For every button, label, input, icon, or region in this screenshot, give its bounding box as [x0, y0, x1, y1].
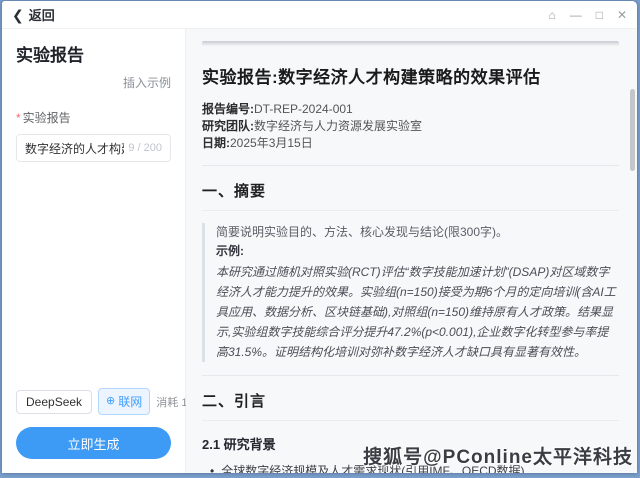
scrollbar-thumb[interactable] [630, 89, 635, 171]
meta-value: DT-REP-2024-001 [254, 102, 353, 116]
example-label: 示例: [216, 242, 619, 261]
report-title: 实验报告:数字经济人才构建策略的效果评估 [202, 63, 619, 88]
meta-label: 研究团队: [202, 119, 254, 133]
network-toggle[interactable]: ⊕ 联网 [98, 388, 150, 415]
model-toolbar: DeepSeek ⊕ 联网 消耗 10 点数 [16, 388, 171, 415]
chevron-left-icon: ❮ [12, 8, 24, 22]
section-separator [202, 165, 619, 166]
generate-button[interactable]: 立即生成 [16, 427, 171, 459]
sidebar-title: 实验报告 [16, 41, 171, 66]
meta-date: 日期:2025年3月15日 [202, 135, 619, 152]
section-heading-introduction: 二、引言 [202, 390, 619, 421]
meta-label: 日期: [202, 136, 230, 150]
sidebar: 实验报告 插入示例 *实验报告 数字经济的人才构建 9 / 200 DeepSe… [2, 29, 186, 473]
model-selector-deepseek[interactable]: DeepSeek [16, 390, 92, 414]
title-bar: ❮ 返回 ⌂ — □ ✕ [2, 1, 637, 29]
document-preview: 实验报告:数字经济人才构建策略的效果评估 报告编号:DT-REP-2024-00… [186, 29, 637, 473]
back-button[interactable]: ❮ 返回 [12, 5, 55, 24]
topic-input-value: 数字经济的人才构建 [25, 140, 124, 157]
report-meta: 报告编号:DT-REP-2024-001 研究团队:数字经济与人力资源发展实验室… [202, 101, 619, 152]
main-area: 实验报告 插入示例 *实验报告 数字经济的人才构建 9 / 200 DeepSe… [2, 29, 637, 473]
char-counter: 9 / 200 [128, 142, 162, 154]
sidebar-spacer [16, 162, 171, 388]
meta-report-number: 报告编号:DT-REP-2024-001 [202, 101, 619, 118]
field-label-text: 实验报告 [23, 111, 71, 125]
close-icon[interactable]: ✕ [617, 9, 627, 21]
abstract-example-block: 简要说明实验目的、方法、核心发现与结论(限300字)。 示例: 本研究通过随机对… [202, 223, 619, 362]
meta-research-team: 研究团队:数字经济与人力资源发展实验室 [202, 118, 619, 135]
globe-icon: ⊕ [106, 396, 115, 407]
network-toggle-label: 联网 [118, 393, 142, 410]
field-label: *实验报告 [16, 109, 171, 126]
list-item-text: 全球数字经济规模及人才需求现状(引用IMF、OECD数据) [221, 463, 524, 473]
topic-input[interactable]: 数字经济的人才构建 9 / 200 [16, 134, 171, 162]
abstract-note: 简要说明实验目的、方法、核心发现与结论(限300字)。 [216, 223, 619, 242]
background-bullet-list: • 全球数字经济规模及人才需求现状(引用IMF、OECD数据) • 核心矛盾:技… [202, 463, 619, 473]
minimize-icon[interactable]: — [570, 9, 582, 21]
meta-value: 数字经济与人力资源发展实验室 [254, 119, 422, 133]
section-separator [202, 375, 619, 376]
app-window: ❮ 返回 ⌂ — □ ✕ 实验报告 插入示例 *实验报告 数字经济的人才构建 9… [2, 1, 637, 473]
maximize-icon[interactable]: □ [596, 9, 603, 21]
top-divider [202, 41, 619, 47]
home-icon[interactable]: ⌂ [548, 9, 555, 21]
meta-value: 2025年3月15日 [230, 136, 313, 150]
example-text: 本研究通过随机对照实验(RCT)评估“数字技能加速计划”(DSAP)对区域数字经… [216, 262, 619, 362]
insert-example-link[interactable]: 插入示例 [123, 74, 171, 91]
section-heading-abstract: 一、摘要 [202, 180, 619, 211]
required-asterisk: * [16, 111, 21, 125]
bullet-icon: • [210, 463, 214, 473]
subsection-heading-background: 2.1 研究背景 [202, 434, 619, 453]
window-controls: ⌂ — □ ✕ [548, 9, 627, 21]
list-item: • 全球数字经济规模及人才需求现状(引用IMF、OECD数据) [202, 463, 619, 473]
meta-label: 报告编号: [202, 102, 254, 116]
back-label: 返回 [29, 5, 55, 24]
